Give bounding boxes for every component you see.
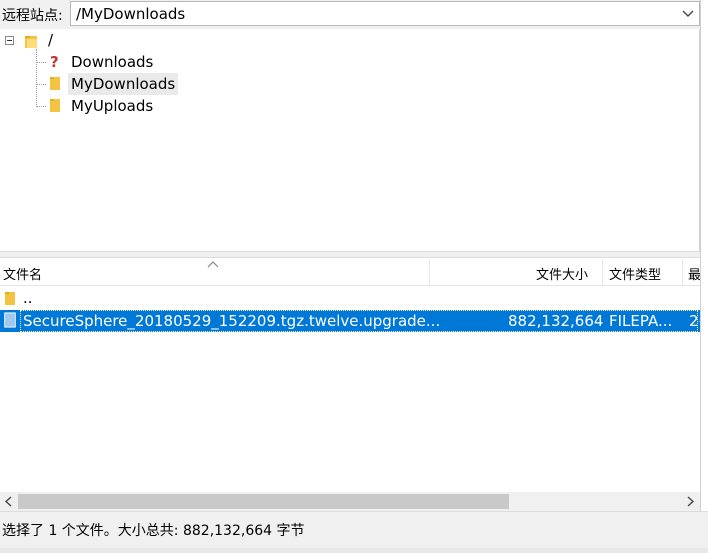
file-name: .. (23, 289, 33, 307)
file-icon (4, 312, 16, 328)
folder-icon (5, 292, 15, 305)
file-list-header: 文件名 文件大小 文件类型 最 (0, 259, 701, 286)
column-header-filename[interactable]: 文件名 (3, 264, 42, 283)
list-item-parent-directory[interactable]: .. (0, 287, 700, 309)
folder-icon (50, 99, 60, 112)
column-header-filesize[interactable]: 文件大小 (536, 264, 588, 283)
list-item-selected-file[interactable]: SecureSphere_20180529_152209.tgz.twelve.… (0, 310, 704, 332)
tree-item-mydownloads[interactable]: MyDownloads (71, 75, 175, 93)
chevron-down-icon[interactable] (681, 8, 695, 20)
folder-icon (50, 77, 60, 90)
remote-path-input[interactable]: /MyDownloads (76, 5, 185, 23)
collapse-toggle-icon[interactable] (5, 36, 14, 45)
status-bar-footer (0, 548, 708, 553)
tree-item-downloads[interactable]: Downloads (71, 53, 153, 71)
unknown-question-icon: ? (50, 53, 59, 69)
folder-open-icon (25, 36, 37, 48)
tree-item-myuploads[interactable]: MyUploads (71, 97, 153, 115)
remote-path-combobox[interactable]: /MyDownloads (70, 1, 700, 26)
scroll-left-icon[interactable] (3, 495, 15, 508)
selection-summary-text: 选择了 1 个文件。大小总共: 882,132,664 字节 (2, 523, 305, 539)
scroll-right-icon[interactable] (684, 495, 696, 508)
sort-ascending-icon (207, 261, 219, 268)
file-size: 882,132,664 (508, 312, 604, 330)
remote-site-label: 远程站点: (2, 8, 63, 24)
horizontal-scrollbar[interactable] (0, 492, 700, 511)
file-type: FILEPA... (609, 312, 673, 330)
status-bar: 选择了 1 个文件。大小总共: 882,132,664 字节 (0, 511, 708, 553)
remote-directory-tree: / ? Downloads MyDownloads MyUploads (0, 29, 700, 251)
tree-item-root[interactable]: / (48, 31, 53, 49)
window-edge (700, 0, 708, 552)
svg-text:?: ? (50, 53, 59, 69)
scrollbar-thumb[interactable] (18, 494, 509, 509)
column-header-filetype[interactable]: 文件类型 (609, 264, 661, 283)
file-name: SecureSphere_20180529_152209.tgz.twelve.… (23, 312, 441, 330)
pane-splitter[interactable] (0, 251, 700, 258)
remote-path-bar: 远程站点: /MyDownloads (0, 0, 708, 29)
